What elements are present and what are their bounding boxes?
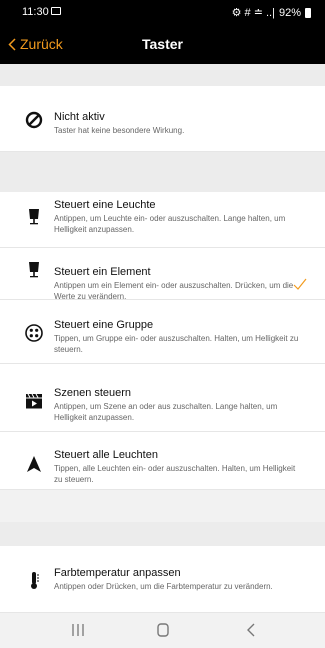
option-description: Antippen oder Drücken, um die Farbtemper… xyxy=(54,582,273,591)
option-color-temperature[interactable]: Farbtemperatur anpassen Antippen oder Dr… xyxy=(0,546,325,613)
option-label: Steuert ein Element xyxy=(54,266,151,278)
option-scenes[interactable]: Szenen steuern Antippen, um Szene an ode… xyxy=(0,364,325,432)
option-description: Antippen, um Szene an oder aus zuschalte… xyxy=(54,402,278,422)
gallery-notification-icon xyxy=(51,7,61,15)
home-icon[interactable] xyxy=(151,622,175,638)
prohibited-icon xyxy=(25,111,43,129)
all-lights-icon xyxy=(27,456,41,472)
navigation-bar: Zurück Taster xyxy=(0,24,325,64)
option-description: Antippen, um Leuchte ein- oder auszuscha… xyxy=(54,214,286,234)
group-icon xyxy=(25,324,43,342)
back-nav-icon[interactable] xyxy=(240,622,264,638)
battery-percent: 92% xyxy=(278,6,301,19)
scene-icon xyxy=(26,393,42,409)
option-group[interactable]: Steuert eine Gruppe Tippen, um Gruppe ei… xyxy=(0,300,325,364)
page-title: Taster xyxy=(142,36,183,52)
section-spacer xyxy=(0,152,325,192)
status-bar: 11:30 ⚙ # ≐ ..| 92% xyxy=(0,0,325,24)
option-single-element[interactable]: Steuert ein Element Antippen um ein Elem… xyxy=(0,248,325,301)
system-navigation-bar xyxy=(0,613,325,648)
lamp-icon xyxy=(29,209,39,225)
option-label: Steuert eine Gruppe xyxy=(54,319,154,331)
option-label: Szenen steuern xyxy=(54,387,132,399)
recent-apps-icon[interactable] xyxy=(66,622,90,638)
lamp-icon xyxy=(29,262,39,278)
option-description: Antippen um ein Element ein- oder auszus… xyxy=(54,281,294,301)
battery-icon xyxy=(305,7,311,18)
option-description: Tippen, um Gruppe ein- oder auszuschalte… xyxy=(54,334,299,354)
thermometer-icon xyxy=(31,572,39,589)
option-description: Tippen, alle Leuchten ein- oder auszusch… xyxy=(54,464,296,484)
option-single-light[interactable]: Steuert eine Leuchte Antippen, um Leucht… xyxy=(0,192,325,248)
option-label: Steuert alle Leuchten xyxy=(54,449,158,461)
status-time: 11:30 xyxy=(22,6,49,18)
checkmark-icon xyxy=(293,278,307,290)
option-inactive[interactable]: Nicht aktiv Taster hat keine besondere W… xyxy=(0,86,325,152)
status-indicators: ⚙ # ≐ ..| 92% xyxy=(232,6,311,19)
option-label: Nicht aktiv xyxy=(54,111,105,123)
option-all-lights[interactable]: Steuert alle Leuchten Tippen, alle Leuch… xyxy=(0,432,325,490)
section-spacer xyxy=(0,522,325,546)
option-label: Farbtemperatur anpassen xyxy=(54,567,181,579)
signal-icons: ⚙ # ≐ ..| xyxy=(231,7,275,19)
option-description: Taster hat keine besondere Wirkung. xyxy=(54,126,185,135)
section-spacer xyxy=(0,64,325,86)
option-label: Steuert eine Leuchte xyxy=(54,199,156,211)
